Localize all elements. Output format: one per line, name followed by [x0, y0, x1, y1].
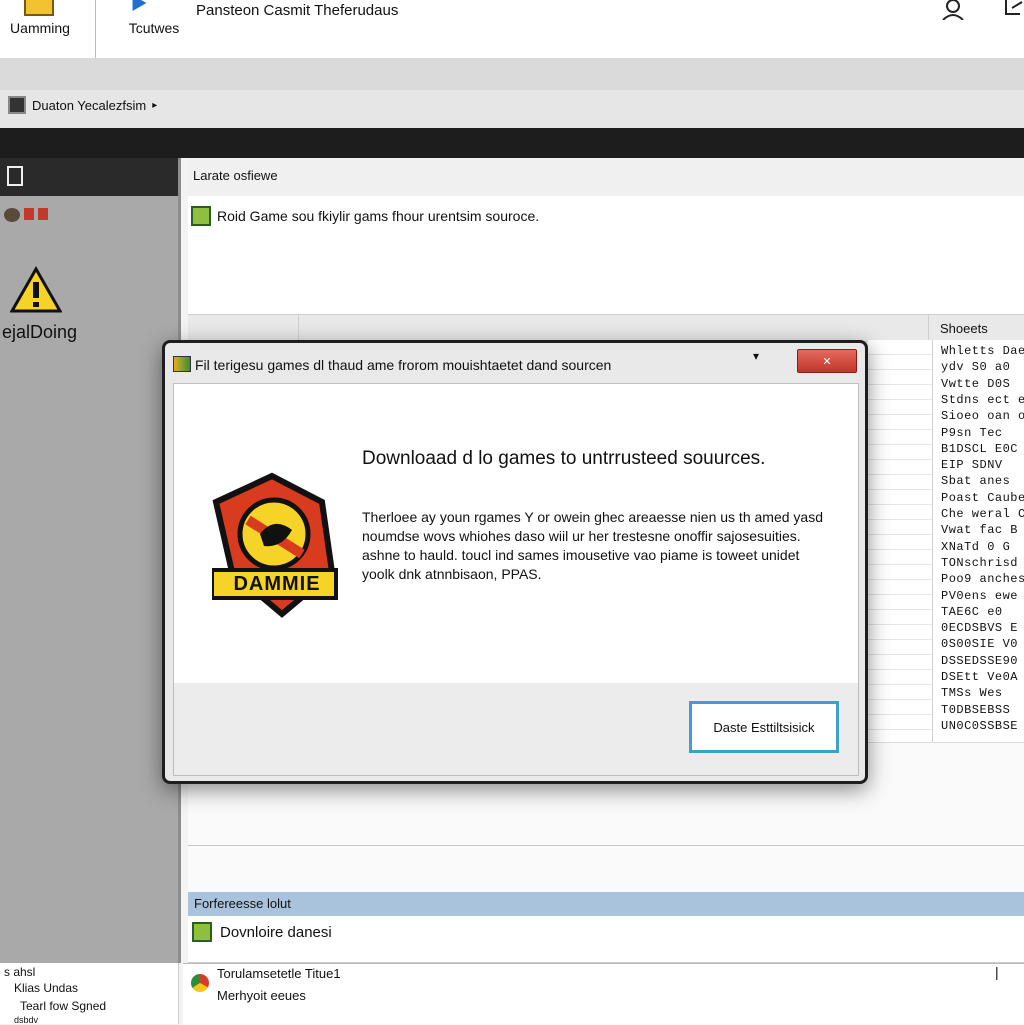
bottom-status: Torulamsetetle Titue1 Merhyoit eeues |	[183, 963, 1024, 1025]
list-gridlines	[868, 340, 932, 742]
list-row[interactable]: Sbat anes	[941, 474, 1010, 488]
dialog-action-button[interactable]: Daste Esttiltsisick	[689, 701, 839, 753]
list-row[interactable]: Stdns ect e	[941, 393, 1024, 407]
sidebar-tool-icons	[4, 208, 48, 222]
column-divider	[928, 315, 929, 341]
ribbon-strip	[0, 58, 1024, 90]
status-bar-label: Forfereesse lolut	[194, 896, 291, 911]
list-row[interactable]: TAE6C e0	[941, 605, 1003, 619]
status-bar: Forfereesse lolut	[188, 892, 1024, 916]
dialog-message: Therloee ay youn rgames Y or owein ghec …	[362, 509, 823, 582]
toolbar-button-label: Uamming	[10, 20, 70, 36]
warning-logo-text: DAMMIE	[233, 573, 321, 595]
dialog-app-icon	[173, 356, 191, 372]
main-header-label: Larate osfiewe	[193, 168, 278, 183]
app-icon	[8, 96, 26, 114]
list-row[interactable]: B1DSCL E0C	[941, 442, 1018, 456]
dialog-titlebar: Fil terigesu games dl thaud ame frorom m…	[165, 343, 865, 383]
user-icon[interactable]	[940, 0, 966, 24]
bottom-left-line: Tearl fow Sgned	[20, 999, 107, 1013]
menu-bar	[0, 128, 1024, 158]
game-icon[interactable]	[4, 208, 20, 222]
list-row[interactable]: TMSs Wes	[941, 686, 1003, 700]
main-header: Larate osfiewe	[188, 158, 1024, 197]
document-icon[interactable]	[7, 166, 23, 186]
toolbar-separator	[95, 0, 96, 58]
bottom-left-line: s ahsl	[4, 965, 36, 979]
sidebar-warning-label: ejalDoing	[2, 322, 78, 342]
close-icon[interactable]: |	[995, 964, 999, 980]
list-row[interactable]: EIP SDNV	[941, 458, 1003, 472]
bottom-left-panel: s ahsl Klias Undas Tearl fow Sgned dsbdv	[0, 963, 179, 1025]
folder-icon	[24, 0, 54, 16]
toolbar-button-uamming[interactable]: Uamming	[0, 0, 80, 58]
list-row[interactable]: PV0ens ewe	[941, 589, 1018, 603]
list-row[interactable]: Sioeo oan o	[941, 409, 1024, 423]
list-row[interactable]: Vwat fac B	[941, 523, 1018, 537]
column-header-bar: Shoeets	[188, 314, 1024, 342]
list-row[interactable]: TONschrisd	[941, 556, 1018, 570]
bottom-line1: Torulamsetetle Titue1	[217, 966, 341, 981]
list-row[interactable]: ydv S0 a0	[941, 360, 1010, 374]
close-icon: ✕	[822, 355, 832, 368]
list-row[interactable]: DSEtt Ve0A	[941, 670, 1018, 684]
list-row[interactable]: Whletts Daes	[941, 344, 1024, 358]
main-content: Roid Game sou fkiylir gams fhour urentsi…	[188, 196, 1024, 314]
dialog-title: Fil terigesu games dl thaud ame frorom m…	[195, 357, 612, 373]
flag-icon[interactable]	[24, 208, 34, 220]
chevron-icon[interactable]: ▸	[152, 100, 157, 111]
dialog-heading: Downloaad d lo games to untrrusteed souu…	[362, 448, 766, 469]
download-row[interactable]: Dovnloire danesi	[188, 916, 1024, 963]
dialog-body: DAMMIE Downloaad d lo games to untrruste…	[173, 383, 859, 685]
list-row[interactable]: Poo9 anches	[941, 572, 1024, 586]
list-row[interactable]: Che weral C	[941, 507, 1024, 521]
list-row[interactable]: Vwtte D0S	[941, 377, 1010, 391]
browser-icon[interactable]	[191, 974, 209, 992]
list-row[interactable]: 0S00SIE V0	[941, 637, 1018, 651]
list-row[interactable]: DSSEDSSE90	[941, 654, 1018, 668]
list-row[interactable]: 0ECDSBVS E	[941, 621, 1018, 635]
list-item[interactable]: Roid Game sou fkiylir gams fhour urentsi…	[191, 206, 539, 226]
list-row[interactable]: UN0C0SSBSE	[941, 719, 1018, 733]
list-row[interactable]: P9sn Tec	[941, 426, 1003, 440]
game-file-icon	[191, 206, 211, 226]
list-row[interactable]: Poast Caube	[941, 491, 1024, 505]
dialog-close-button[interactable]: ✕	[797, 349, 857, 373]
toolbar-title: Pansteon Casmit Theferudaus	[196, 2, 399, 19]
warning-icon	[9, 265, 63, 319]
toolbar-button-label: Tcutwes	[128, 20, 180, 36]
warning-dialog: Fil terigesu games dl thaud ame frorom m…	[162, 340, 868, 784]
app-title: Duaton Yecalezfsim ▸	[8, 96, 157, 114]
column-header-label[interactable]: Shoeets	[940, 321, 988, 336]
sidebar-header	[0, 158, 178, 196]
download-row-label: Dovnloire danesi	[220, 924, 332, 941]
app-title-text: Duaton Yecalezfsim	[32, 97, 147, 113]
bottom-line2: Merhyoit eeues	[217, 988, 306, 1003]
bottom-left-line: Klias Undas	[14, 981, 79, 995]
column-divider	[298, 315, 299, 341]
flag-icon[interactable]	[38, 208, 48, 220]
divider	[188, 845, 1024, 846]
list-row[interactable]: T0DBSEBSS	[941, 703, 1010, 717]
arrow-icon	[125, 0, 147, 12]
minimize-icon[interactable]: ▾	[753, 349, 759, 363]
dialog-action-label: Daste Esttiltsisick	[713, 719, 815, 735]
exit-icon[interactable]	[1002, 0, 1024, 24]
right-list: Whletts Daes ydv S0 a0 Vwtte D0S Stdns ect …	[932, 340, 1024, 742]
warning-logo-icon: DAMMIE	[210, 472, 342, 622]
game-file-icon	[192, 922, 212, 942]
toolbar-button-tcutwes[interactable]: Tcutwes	[112, 0, 196, 58]
list-row[interactable]: XNaTd 0 G	[941, 540, 1010, 554]
list-item-label: Roid Game sou fkiylir gams fhour urentsi…	[217, 208, 540, 224]
